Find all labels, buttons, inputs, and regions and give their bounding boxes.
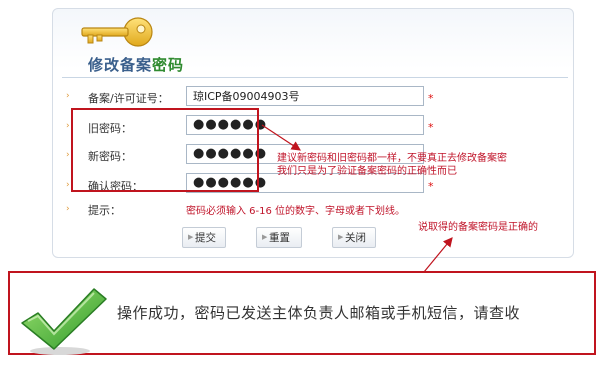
checkmark-icon: [21, 288, 107, 355]
password-hint: 密码必须输入 6-16 位的数字、字母或者下划线。: [186, 206, 406, 217]
reset-button[interactable]: ▶ 重置: [256, 227, 302, 248]
triangle-icon: ▶: [338, 233, 344, 241]
annotation-note-line1: 建议新密码和旧密码都一样，不要真正去修改备案密: [277, 153, 507, 164]
bullet-icon: ›: [66, 204, 70, 214]
page-title-accent: 密码: [152, 56, 185, 74]
required-mark: *: [428, 121, 434, 134]
icp-label: 备案/许可证号：: [88, 92, 169, 105]
title-divider: [62, 77, 568, 78]
submit-button-label: 提交: [195, 232, 216, 244]
bullet-icon: ›: [66, 150, 70, 160]
key-icon: [81, 17, 153, 47]
triangle-icon: ▶: [188, 233, 194, 241]
success-message: 操作成功，密码已发送主体负责人邮箱或手机短信，请查收: [117, 304, 521, 322]
bullet-icon: ›: [66, 91, 70, 101]
annotation-note-line2: 我们只是为了验证备案密码的正确性而已: [277, 166, 457, 177]
bullet-icon: ›: [66, 180, 70, 190]
annotation-correct: 说取得的备案密码是正确的: [418, 222, 538, 233]
triangle-icon: ▶: [262, 233, 268, 241]
required-mark: *: [428, 92, 434, 105]
page-title-main: 修改备案: [88, 56, 153, 74]
submit-button[interactable]: ▶ 提交: [182, 227, 226, 248]
password-highlight-box: [71, 108, 259, 192]
page-title: 修改备案密码: [88, 54, 184, 75]
close-button-label: 关闭: [345, 232, 366, 244]
reset-button-label: 重置: [269, 232, 290, 244]
tip-label: 提示：: [88, 204, 121, 217]
close-button[interactable]: ▶ 关闭: [332, 227, 376, 248]
annotation-note: 建议新密码和旧密码都一样，不要真正去修改备案密 我们只是为了验证备案密码的正确性…: [277, 152, 507, 178]
icp-number-field[interactable]: [186, 86, 424, 106]
required-mark: *: [428, 180, 434, 193]
bullet-icon: ›: [66, 121, 70, 131]
